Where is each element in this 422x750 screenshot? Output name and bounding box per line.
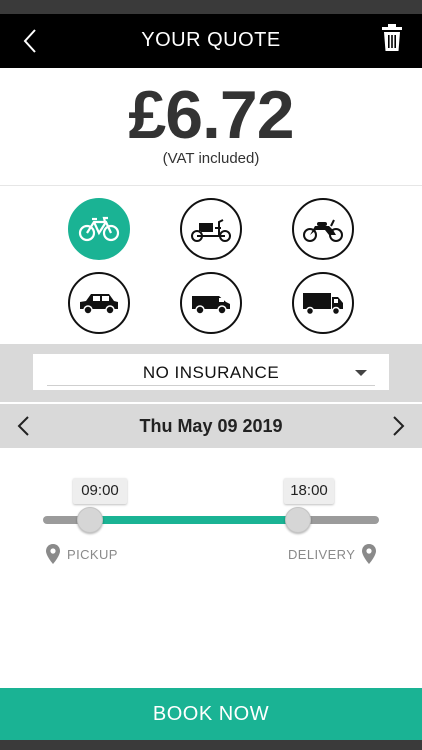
vehicle-option-bicycle[interactable] [68,198,130,260]
time-window-section: 09:00 18:00 PICKUP DELIVERY [0,448,422,688]
app-header: YOUR QUOTE [0,14,422,68]
insurance-selected-value: NO INSURANCE [142,363,280,382]
end-time-label: 18:00 [284,478,334,504]
page-title: YOUR QUOTE [141,29,281,51]
pickup-marker: PICKUP [45,542,118,566]
vat-note: (VAT included) [162,150,260,167]
trash-icon[interactable] [380,24,404,52]
vehicle-option-van[interactable] [180,272,242,334]
quote-price: £6.72 [128,77,294,153]
van-icon [192,296,230,315]
status-bar [0,0,422,14]
car-icon [80,294,118,315]
vehicle-selector [0,186,422,344]
start-time-label: 09:00 [73,478,127,504]
delivery-marker: DELIVERY [288,542,377,566]
quote-screen: YOUR QUOTE £6.72 (VAT included) NO INSUR… [0,0,422,750]
end-time-handle[interactable] [285,507,312,533]
motorbike-icon [303,219,343,242]
price-summary: £6.72 (VAT included) [0,68,422,186]
dropdown-underline [47,385,375,386]
time-range-selected [90,516,299,524]
home-indicator-bar [0,740,422,750]
location-pin-icon [46,544,60,564]
start-time-handle[interactable] [77,507,104,533]
vehicle-option-motorbike[interactable] [292,198,354,260]
vehicle-option-cargo-bike[interactable] [180,198,242,260]
pickup-label: PICKUP [67,546,118,562]
book-now-button[interactable]: BOOK NOW [0,688,422,740]
insurance-dropdown[interactable]: NO INSURANCE [33,354,389,390]
caret-down-icon [355,370,367,376]
vehicle-option-car[interactable] [68,272,130,334]
insurance-section: NO INSURANCE [0,344,422,402]
location-pin-icon [362,544,377,564]
selected-date: Thu May 09 2019 [139,416,283,436]
bicycle-icon [78,216,120,242]
chevron-right-icon[interactable] [386,414,410,438]
cargo-bike-icon [191,219,231,242]
truck-icon [303,293,343,316]
vehicle-option-truck[interactable] [292,272,354,334]
date-selector: Thu May 09 2019 [0,404,422,448]
delivery-label: DELIVERY [288,546,356,562]
